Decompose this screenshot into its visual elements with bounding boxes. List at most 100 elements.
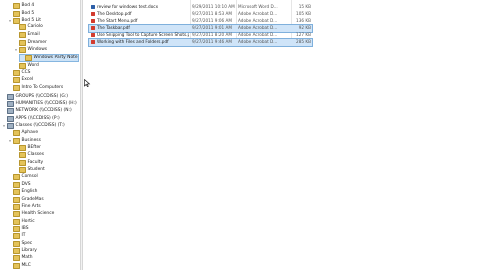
file-date-modified: 9/27/2011 8:20 AM	[192, 32, 233, 37]
scrollbar-thumb[interactable]	[81, 100, 83, 170]
file-name: review for windows test.docx	[97, 4, 159, 9]
folder-icon	[13, 182, 20, 188]
folder-icon	[13, 197, 20, 203]
file-row[interactable]: Working with Files and Folders.pdf 9/27/2…	[88, 38, 313, 47]
tree-item[interactable]: Student	[14, 167, 45, 173]
tree-item[interactable]: IT	[8, 233, 25, 239]
tree-item[interactable]: CCS	[8, 70, 30, 76]
file-size: 105 KB	[296, 11, 311, 16]
folder-icon	[13, 189, 20, 195]
tree-item-label: IBS	[21, 226, 29, 231]
tree-item[interactable]: GradeMas	[8, 197, 44, 203]
tree-item[interactable]: Bod 5	[8, 11, 34, 17]
pdf-file-icon	[91, 12, 95, 17]
tree-item[interactable]: Faculty	[14, 160, 43, 166]
file-row[interactable]: Use Snipping Tool to Capture Screen Shot…	[89, 32, 312, 39]
file-row[interactable]: The Desktop.pdf 9/27/2011 8:53 AM Adobe Ac…	[89, 11, 312, 18]
mouse-pointer-icon	[84, 79, 91, 87]
tree-item[interactable]: Fine Arts	[8, 204, 41, 210]
tree-item[interactable]: ▾ Classes (\\CCDISS) (T:)	[2, 123, 65, 129]
tree-item[interactable]: Hortic	[8, 219, 35, 225]
folder-icon	[13, 219, 20, 225]
tree-item-label: APPS (\\CCDISS) (P:)	[15, 116, 60, 121]
folder-icon	[25, 55, 32, 61]
tree-item[interactable]: IBS	[8, 226, 29, 232]
file-date-modified: 9/27/2011 9:46 AM	[192, 39, 233, 44]
file-type: Adobe Acrobat D...	[238, 11, 278, 16]
tree-item-label: Excel	[21, 77, 34, 82]
file-size: 127 KB	[296, 32, 311, 37]
file-list: review for windows test.docx 9/29/2011 10…	[88, 0, 480, 270]
tree-item-label: Comsol	[21, 174, 38, 179]
tree-item-label: Windows Party Note	[33, 55, 78, 60]
navigation-pane: Bod 4 Bod 5 ▾ Bod 5 Lit Cariolo Email Dreamer ▾…	[0, 0, 80, 270]
tree-item-label: Spec	[21, 241, 33, 246]
tree-item[interactable]: Health Science	[8, 211, 54, 217]
tree-item[interactable]: BEfter	[14, 145, 41, 151]
file-row[interactable]: review for windows test.docx 9/29/2011 10…	[89, 4, 312, 11]
tree-item[interactable]: Comsol	[8, 174, 38, 180]
tree-item[interactable]: ▾ Windows	[14, 47, 47, 53]
file-type: Microsoft Word D...	[238, 4, 278, 9]
file-size: 15 KB	[298, 4, 311, 9]
tree-item-label: Classes	[27, 152, 45, 157]
tree-item[interactable]: Cariolo	[14, 24, 43, 30]
tree-item[interactable]: ▾ Business	[8, 138, 41, 144]
tree-item-label: Cariolo	[27, 24, 43, 29]
tree-item[interactable]: Dreamer	[14, 40, 47, 46]
tree-item[interactable]: MLC	[8, 263, 31, 269]
folder-icon	[19, 40, 26, 46]
folder-icon	[13, 263, 20, 269]
tree-item[interactable]: Bod 4	[8, 3, 34, 9]
folder-icon	[13, 70, 20, 76]
tree-item-label: Aphave	[21, 130, 39, 135]
tree-item[interactable]: English	[8, 189, 37, 195]
folder-icon	[13, 211, 20, 217]
tree-item[interactable]: APPS (\\CCDISS) (P:)	[2, 116, 60, 122]
expand-arrow-icon[interactable]: ▾	[14, 47, 18, 53]
tree-item-label: HUMANITIES (\\CCDISS) (H:)	[15, 101, 77, 106]
tree-item[interactable]: Classes	[14, 152, 44, 158]
tree-item[interactable]: DVS	[8, 182, 31, 188]
file-type: Adobe Acrobat D...	[238, 32, 278, 37]
file-name: The Taskbar.pdf	[97, 25, 130, 30]
folder-icon	[13, 255, 20, 261]
file-size: 285 KB	[296, 39, 311, 44]
network-drive-icon	[7, 101, 14, 107]
tree-item-label: Classes (\\CCDISS) (T:)	[15, 123, 65, 128]
tree-item[interactable]: Email	[14, 32, 40, 38]
word-doc-icon	[91, 5, 95, 10]
file-type: Adobe Acrobat D...	[238, 25, 278, 30]
tree-item[interactable]: Word	[14, 63, 39, 69]
tree-item[interactable]: NETWORK (\\CCDISS) (N:)	[2, 108, 72, 114]
tree-item[interactable]: Library	[8, 248, 37, 254]
folder-icon	[13, 77, 20, 83]
expand-arrow-icon[interactable]: ▾	[8, 18, 12, 24]
file-row[interactable]: The Taskbar.pdf 9/27/2011 9:01 AM Adobe Ac…	[88, 24, 313, 33]
pane-scrollbar[interactable]	[80, 0, 83, 270]
file-row[interactable]: The Start Menu.pdf 9/27/2011 9:06 AM Adobe…	[89, 18, 312, 25]
tree-item[interactable]: HUMANITIES (\\CCDISS) (H:)	[2, 101, 77, 107]
folder-icon	[13, 204, 20, 210]
folder-icon	[13, 241, 20, 247]
file-type: Adobe Acrobat D...	[238, 39, 278, 44]
file-size: 136 KB	[296, 18, 311, 23]
tree-item[interactable]: Windows Party Note	[19, 54, 79, 62]
tree-item[interactable]: Excel	[8, 77, 33, 83]
tree-item-label: MLC	[21, 263, 31, 268]
folder-icon	[13, 248, 20, 254]
network-drive-icon	[7, 123, 14, 129]
pdf-file-icon	[91, 26, 95, 31]
file-type: Adobe Acrobat D...	[238, 18, 278, 23]
tree-item[interactable]: Math	[8, 255, 32, 261]
tree-item[interactable]: Aphave	[8, 130, 38, 136]
tree-item[interactable]: GROUPS (\\CCDISS) (G:)	[2, 94, 68, 100]
file-date-modified: 9/27/2011 9:06 AM	[192, 18, 233, 23]
tree-item[interactable]: Spec	[8, 241, 32, 247]
tree-item-label: CCS	[21, 70, 31, 75]
tree-item[interactable]: Intro To Computers	[8, 85, 63, 91]
network-drive-icon	[7, 94, 14, 100]
expand-arrow-icon[interactable]: ▾	[8, 138, 12, 144]
expand-arrow-icon[interactable]: ▾	[2, 123, 6, 129]
folder-icon	[13, 85, 20, 91]
